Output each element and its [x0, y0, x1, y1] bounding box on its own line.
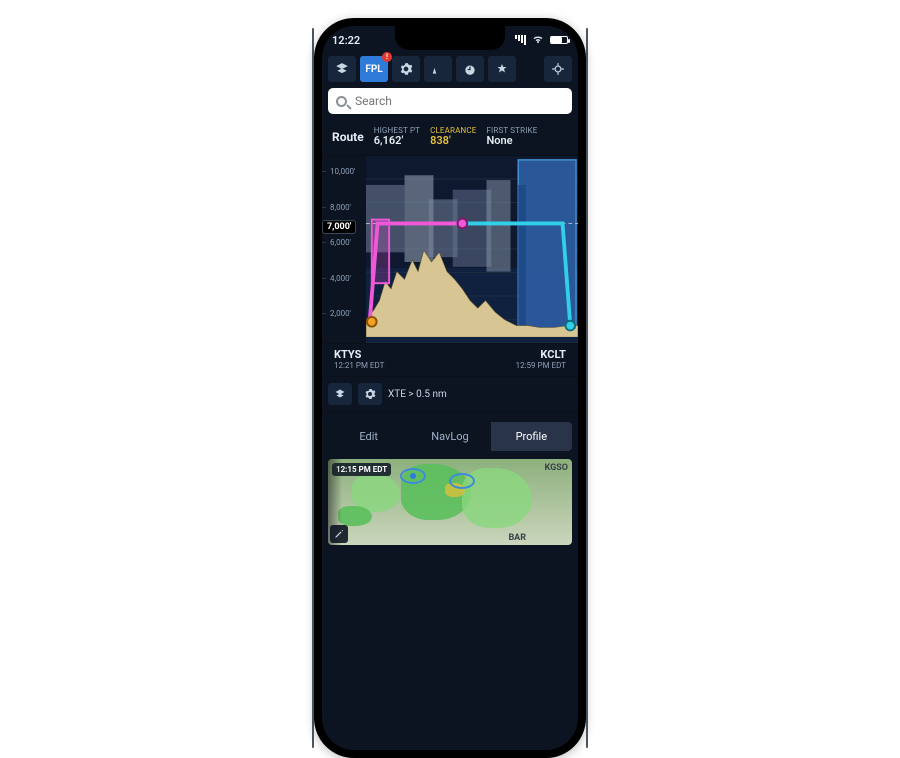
- tab-edit[interactable]: Edit: [328, 422, 409, 451]
- status-time: 12:22: [332, 34, 360, 47]
- altitude-profile-chart[interactable]: 50 nm 100 nm 150 nm 20 10,000' 8,000' 7,…: [322, 156, 578, 344]
- settings-button[interactable]: [392, 56, 420, 82]
- route-title[interactable]: Route: [332, 130, 364, 144]
- timer-button[interactable]: [456, 56, 484, 82]
- map-code-bar: BAR: [508, 533, 526, 543]
- highest-pt: HIGHEST PT 6,162': [374, 126, 420, 147]
- annotate-button[interactable]: [330, 525, 348, 543]
- origin-code: KTYS: [334, 348, 384, 361]
- fpl-tabs: Edit NavLog Profile: [328, 422, 572, 451]
- origin-time: 12:21 PM EDT: [334, 361, 384, 370]
- toolbar: FPL: [322, 50, 578, 86]
- destination-time: 12:59 PM EDT: [516, 361, 566, 370]
- destination-code: KCLT: [540, 348, 566, 361]
- scratchpad-button[interactable]: [424, 56, 452, 82]
- fpl-button[interactable]: FPL: [360, 56, 388, 82]
- screen: 12:22 FPL Route: [322, 26, 578, 750]
- altitude-axis: 10,000' 8,000' 7,000' 6,000' 4,000' 2,00…: [322, 156, 366, 343]
- map-code-kgso: KGSO: [545, 463, 568, 473]
- first-strike: FIRST STRIKE None: [486, 126, 537, 147]
- xte-settings-button[interactable]: [358, 383, 382, 405]
- route-summary: Route HIGHEST PT 6,162' CLEARANCE 838' F…: [322, 120, 578, 156]
- battery-icon: [550, 36, 568, 44]
- notch: [395, 26, 505, 50]
- xte-label: XTE > 0.5 nm: [388, 389, 447, 400]
- cell-signal-icon: [514, 35, 526, 45]
- center-button[interactable]: [544, 56, 572, 82]
- star-button[interactable]: [488, 56, 516, 82]
- wifi-icon: [532, 34, 544, 47]
- layers-button[interactable]: [328, 56, 356, 82]
- phone-frame: 12:22 FPL Route: [314, 18, 586, 758]
- leg-endpoints: KTYS 12:21 PM EDT KCLT 12:59 PM EDT: [322, 344, 578, 377]
- search-icon: [336, 96, 347, 107]
- search-bar[interactable]: [328, 88, 572, 114]
- xte-layers-button[interactable]: [328, 383, 352, 405]
- clearance: CLEARANCE 838': [430, 126, 476, 147]
- tab-navlog[interactable]: NavLog: [409, 422, 490, 451]
- xte-row: XTE > 0.5 nm: [322, 377, 578, 412]
- selected-altitude-tag[interactable]: 7,000': [322, 220, 356, 234]
- search-input[interactable]: [353, 93, 564, 109]
- tab-profile[interactable]: Profile: [491, 422, 572, 451]
- profile-plot[interactable]: [366, 156, 578, 343]
- map-preview[interactable]: KGSO BAR 12:15 PM EDT: [328, 459, 572, 545]
